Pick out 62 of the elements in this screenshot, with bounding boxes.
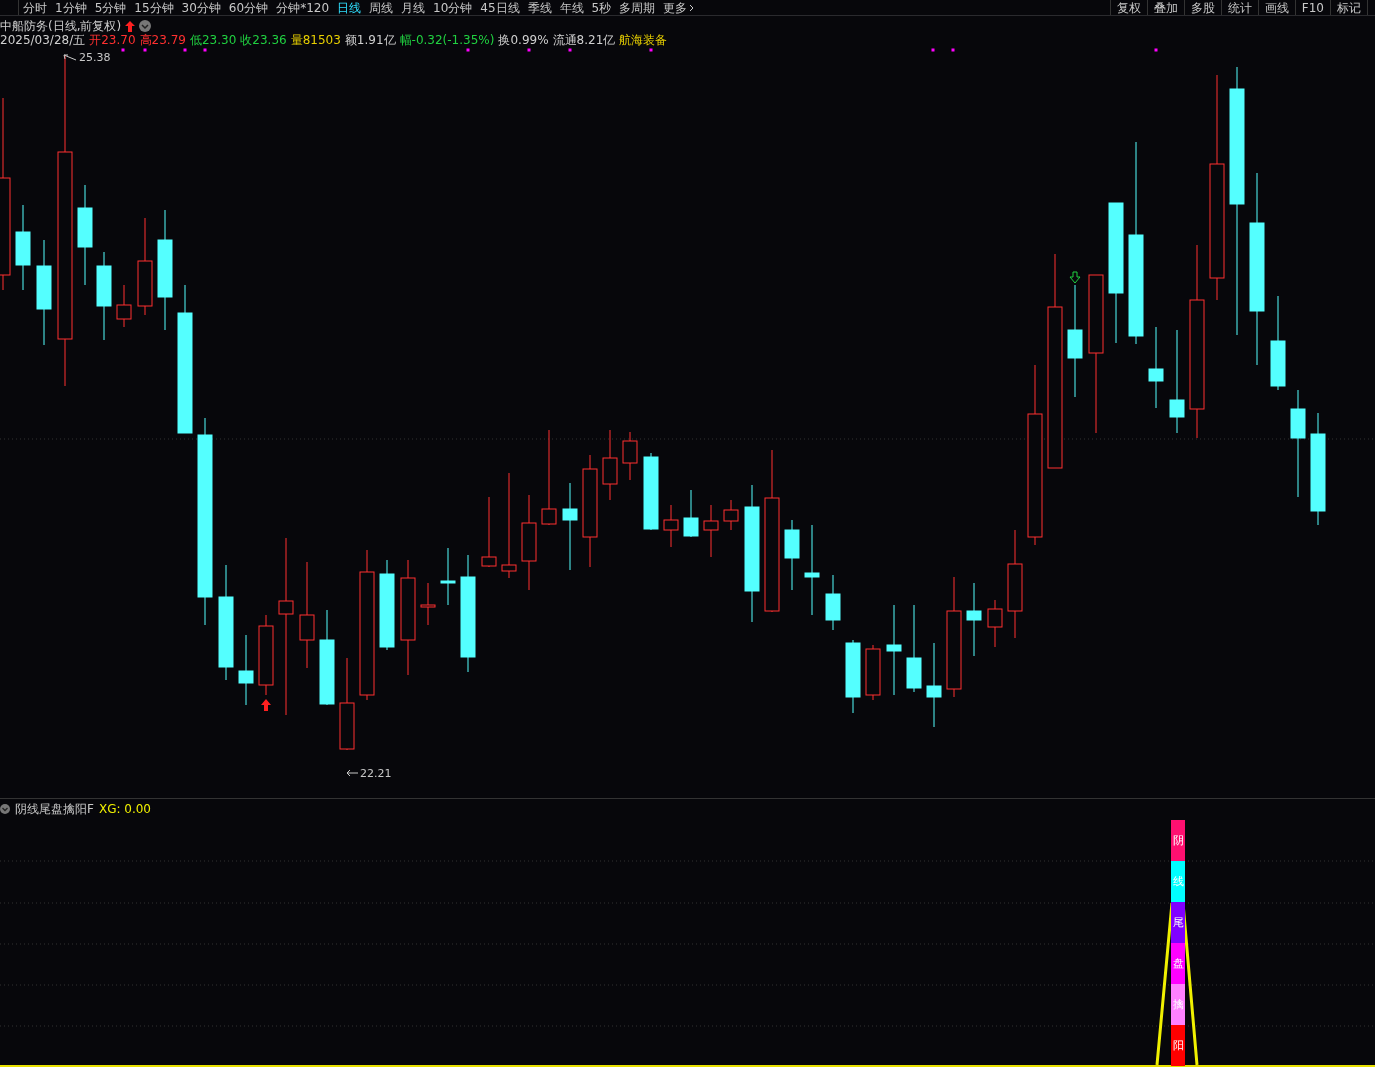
period-tab[interactable]: 30分钟 — [177, 0, 225, 15]
candlestick — [440, 547, 456, 606]
quote-field: 航海装备 — [619, 33, 668, 47]
candlestick — [622, 431, 638, 481]
signal-bar-segment: 尾 — [1171, 902, 1185, 943]
period-tab[interactable]: 5秒 — [587, 0, 616, 15]
candlestick — [663, 504, 679, 548]
low-pointer-icon — [346, 769, 359, 777]
chevron-right-icon — [689, 3, 695, 12]
quote-field: 低23.30 — [189, 33, 237, 47]
low-price-label: 22.21 — [360, 768, 392, 780]
quote-field: 高23.79 — [139, 33, 186, 47]
period-tab[interactable]: 月线 — [397, 0, 430, 15]
candlestick — [420, 582, 436, 626]
period-tab[interactable]: 分时 — [19, 0, 51, 15]
candlestick — [238, 634, 254, 706]
signal-bar-segment: 线 — [1171, 861, 1185, 902]
candlestick — [481, 496, 497, 568]
candlestick — [723, 499, 739, 531]
period-tab[interactable]: 周线 — [365, 0, 398, 15]
stock-title: 中船防务(日线,前复权) — [0, 19, 122, 33]
candlestick — [683, 489, 699, 538]
quote-field: 幅-0.32(-1.35%) — [399, 33, 495, 47]
period-tab[interactable]: 更多 — [659, 0, 699, 15]
period-tab[interactable]: 日线 — [333, 0, 366, 15]
candlestick — [602, 429, 618, 501]
signal-bar-segment: 擒 — [1171, 984, 1185, 1025]
date-label: 2025/03/28/五 — [0, 33, 86, 47]
signal-bar-segment: 阴 — [1171, 820, 1185, 861]
quote-field: 量81503 — [290, 33, 341, 47]
candlestick — [865, 644, 881, 701]
high-pointer-icon — [63, 54, 77, 61]
quote-field: 开23.70 — [89, 33, 136, 47]
period-tab[interactable]: 1分钟 — [51, 0, 91, 15]
candlestick — [825, 574, 841, 631]
candlestick — [784, 519, 800, 591]
indicator-name: 阴线尾盘擒阳F — [15, 802, 94, 816]
signal-bar-segment: 盘 — [1171, 943, 1185, 984]
period-tab[interactable]: 5分钟 — [90, 0, 131, 15]
high-price-label: 25.38 — [79, 52, 111, 64]
period-tab[interactable]: 60分钟 — [224, 0, 273, 15]
period-tab[interactable]: 10分钟 — [429, 0, 477, 15]
dropdown-icon[interactable] — [0, 804, 10, 814]
indicator-value: XG: 0.00 — [98, 802, 151, 816]
period-tab[interactable]: 多周期 — [615, 0, 660, 15]
quote-field: 换0.99% — [498, 33, 549, 47]
up-arrow-icon — [261, 699, 271, 711]
candlestick — [116, 284, 132, 328]
up-arrow-icon — [125, 20, 136, 32]
signal-bar-segment: 阳 — [1171, 1025, 1185, 1066]
period-tab[interactable]: 15分钟 — [130, 0, 178, 15]
quote-field: 额1.91亿 — [344, 33, 396, 47]
quote-field: 流通8.21亿 — [552, 33, 616, 47]
quote-field: 收23.36 — [240, 33, 287, 47]
period-tab[interactable]: 45日线 — [476, 0, 524, 15]
down-arrow-icon — [1069, 271, 1081, 284]
candlestick — [703, 504, 719, 558]
dropdown-icon[interactable] — [139, 20, 152, 32]
candlestick — [987, 599, 1003, 648]
period-tab[interactable]: 年线 — [555, 0, 588, 15]
period-tab[interactable]: 季线 — [523, 0, 556, 15]
period-tab[interactable]: 分钟*120 — [272, 0, 334, 15]
